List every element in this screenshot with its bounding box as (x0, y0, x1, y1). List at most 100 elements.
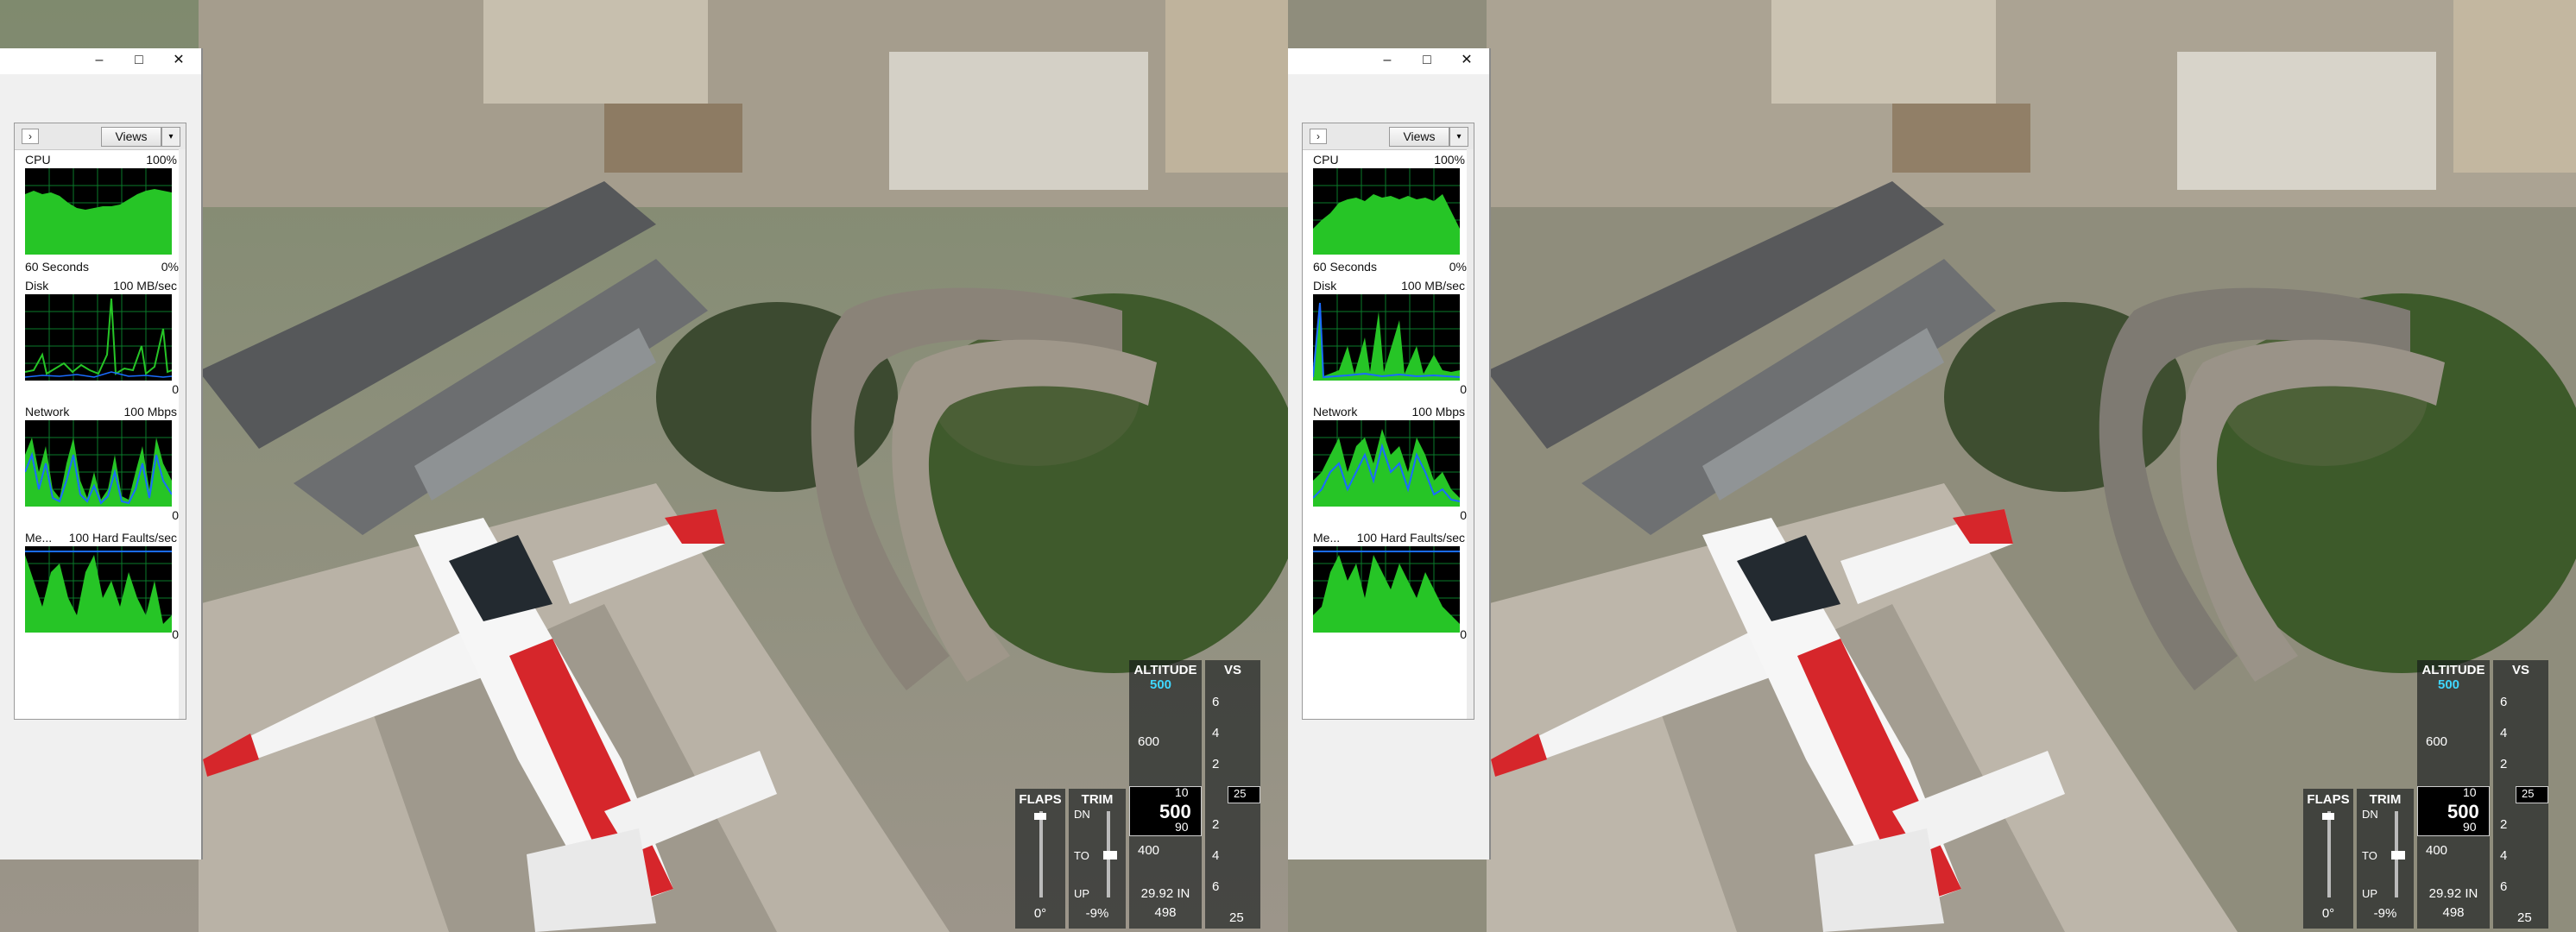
views-dropdown-icon[interactable]: ▾ (161, 127, 180, 147)
vs-readout: 25 (1234, 787, 1247, 800)
disk-min: 0 (1460, 382, 1467, 396)
flaps-indicator: FLAPS 0° (2303, 789, 2353, 929)
disk-max: 100 MB/sec (113, 279, 177, 293)
title-bar: – □ ✕ (1288, 48, 1489, 74)
network-min: 0 (172, 508, 179, 522)
cpu-max: 100% (1434, 153, 1465, 167)
cpu-max: 100% (146, 153, 177, 167)
altitude-title: ALTITUDE (2421, 663, 2485, 677)
network-graph (1313, 420, 1460, 507)
vs-tick-minus-4: 4 (1212, 848, 1220, 863)
flaps-title: FLAPS (2307, 792, 2350, 807)
altitude-title: ALTITUDE (1133, 663, 1197, 677)
cpu-time-label: 60 Seconds (25, 260, 89, 274)
maximize-button[interactable]: □ (129, 51, 148, 70)
cpu-section: CPU 100% 60 Seconds 0% (1303, 153, 1474, 280)
altitude-baro: 29.92 IN (1140, 886, 1190, 901)
cpu-time-label: 60 Seconds (1313, 260, 1377, 274)
trim-up: UP (2362, 887, 2378, 900)
altitude-tick-600: 600 (1138, 734, 1160, 749)
altitude-roll-below: 90 (1175, 820, 1189, 834)
resource-monitor-window: – □ ✕ › Views ▾ CPU 100% 60 Seconds 0% D… (1288, 48, 1491, 860)
network-section: Network 100 Mbps 0 (1303, 405, 1474, 531)
flaps-pointer (1034, 813, 1046, 820)
memory-max: 100 Hard Faults/sec (1356, 531, 1465, 545)
vs-tick-6: 6 (1212, 695, 1220, 709)
close-button[interactable]: ✕ (1457, 51, 1476, 70)
cpu-graph (25, 168, 172, 255)
maximize-button[interactable]: □ (1417, 51, 1436, 70)
cpu-min: 0% (1449, 260, 1467, 274)
views-button[interactable]: Views (101, 127, 161, 147)
altitude-readout-box: 10 500 90 (1129, 785, 1202, 836)
trim-indicator: TRIM DN TO UP -9% (1069, 789, 1126, 929)
altitude-selected: 500 (2438, 677, 2460, 692)
vs-readout: 25 (2522, 787, 2535, 800)
vertical-speed-tape: VS 6 4 2 25 2 4 6 25 (1205, 660, 1260, 929)
trim-pointer (2391, 851, 2405, 860)
altitude-baro: 29.92 IN (2428, 886, 2478, 901)
altitude-tape: ALTITUDE 500 600 10 500 90 400 29.92 IN … (1129, 660, 1202, 929)
altitude-tape: ALTITUDE 500 600 10 500 90 400 29.92 IN … (2417, 660, 2490, 929)
vs-tick-2: 2 (2500, 757, 2508, 771)
graphs-panel: › Views ▾ CPU 100% 60 Seconds 0% Disk 10… (1302, 123, 1474, 720)
cpu-label: CPU (25, 153, 51, 167)
memory-label: Me... (1313, 531, 1341, 545)
instrument-cluster: ALTITUDE 500 600 10 500 90 400 29.92 IN … (1012, 656, 1288, 932)
disk-min: 0 (172, 382, 179, 396)
expand-button[interactable]: › (22, 129, 39, 144)
flaps-value: 0° (2321, 906, 2335, 921)
vs-tick-2: 2 (1212, 757, 1220, 771)
altitude-readout: 498 (1154, 905, 1177, 920)
resource-monitor-window: – □ ✕ › Views ▾ CPU 100% 60 Seconds 0% D… (0, 48, 203, 860)
close-button[interactable]: ✕ (169, 51, 188, 70)
trim-indicator: TRIM DN TO UP -9% (2357, 789, 2414, 929)
trim-to: TO (2362, 849, 2377, 862)
graphs-toolbar: › Views ▾ (15, 123, 186, 150)
vs-title: VS (2511, 663, 2529, 677)
memory-max: 100 Hard Faults/sec (68, 531, 177, 545)
network-min: 0 (1460, 508, 1467, 522)
vs-tick-minus-4: 4 (2500, 848, 2508, 863)
altitude-roll-above: 10 (2463, 785, 2477, 799)
cpu-min: 0% (161, 260, 179, 274)
memory-label: Me... (25, 531, 53, 545)
altitude-tick-400: 400 (2426, 843, 2448, 858)
vs-bottom: 25 (1229, 910, 1244, 925)
altitude-readout-box: 10 500 90 (2417, 785, 2490, 836)
network-max: 100 Mbps (1411, 405, 1465, 419)
memory-section: Me... 100 Hard Faults/sec 0 (15, 531, 186, 657)
memory-min: 0 (172, 627, 179, 641)
vertical-speed-tape: VS 6 4 2 25 2 4 6 25 (2493, 660, 2548, 929)
vs-tick-minus-2: 2 (2500, 817, 2508, 832)
altitude-readout: 498 (2442, 905, 2465, 920)
vs-tick-minus-6: 6 (2500, 879, 2508, 894)
cpu-label: CPU (1313, 153, 1339, 167)
network-label: Network (25, 405, 70, 419)
cpu-graph (1313, 168, 1460, 255)
trim-value: -9% (1085, 906, 1109, 921)
vs-tick-4: 4 (1212, 726, 1220, 740)
trim-up: UP (1074, 887, 1090, 900)
title-bar: – □ ✕ (0, 48, 201, 74)
expand-button[interactable]: › (1310, 129, 1327, 144)
memory-graph (1313, 546, 1460, 633)
disk-section: Disk 100 MB/sec 0 (1303, 279, 1474, 405)
views-dropdown-icon[interactable]: ▾ (1449, 127, 1468, 147)
flaps-value: 0° (1033, 906, 1047, 921)
minimize-button[interactable]: – (90, 51, 109, 70)
disk-graph (1313, 294, 1460, 381)
views-button[interactable]: Views (1389, 127, 1449, 147)
disk-graph (25, 294, 172, 381)
screen-right: – □ ✕ › Views ▾ CPU 100% 60 Seconds 0% D… (1288, 0, 2576, 932)
vs-title: VS (1223, 663, 1241, 677)
trim-to: TO (1074, 849, 1089, 862)
altitude-roll-above: 10 (1175, 785, 1189, 799)
instrument-cluster: ALTITUDE 500 600 10 500 90 400 29.92 IN … (2300, 656, 2576, 932)
altitude-selected: 500 (1150, 677, 1172, 692)
vs-bottom: 25 (2517, 910, 2532, 925)
cpu-section: CPU 100% 60 Seconds 0% (15, 153, 186, 280)
flaps-pointer (2322, 813, 2334, 820)
vs-tick-minus-6: 6 (1212, 879, 1220, 894)
minimize-button[interactable]: – (1378, 51, 1397, 70)
